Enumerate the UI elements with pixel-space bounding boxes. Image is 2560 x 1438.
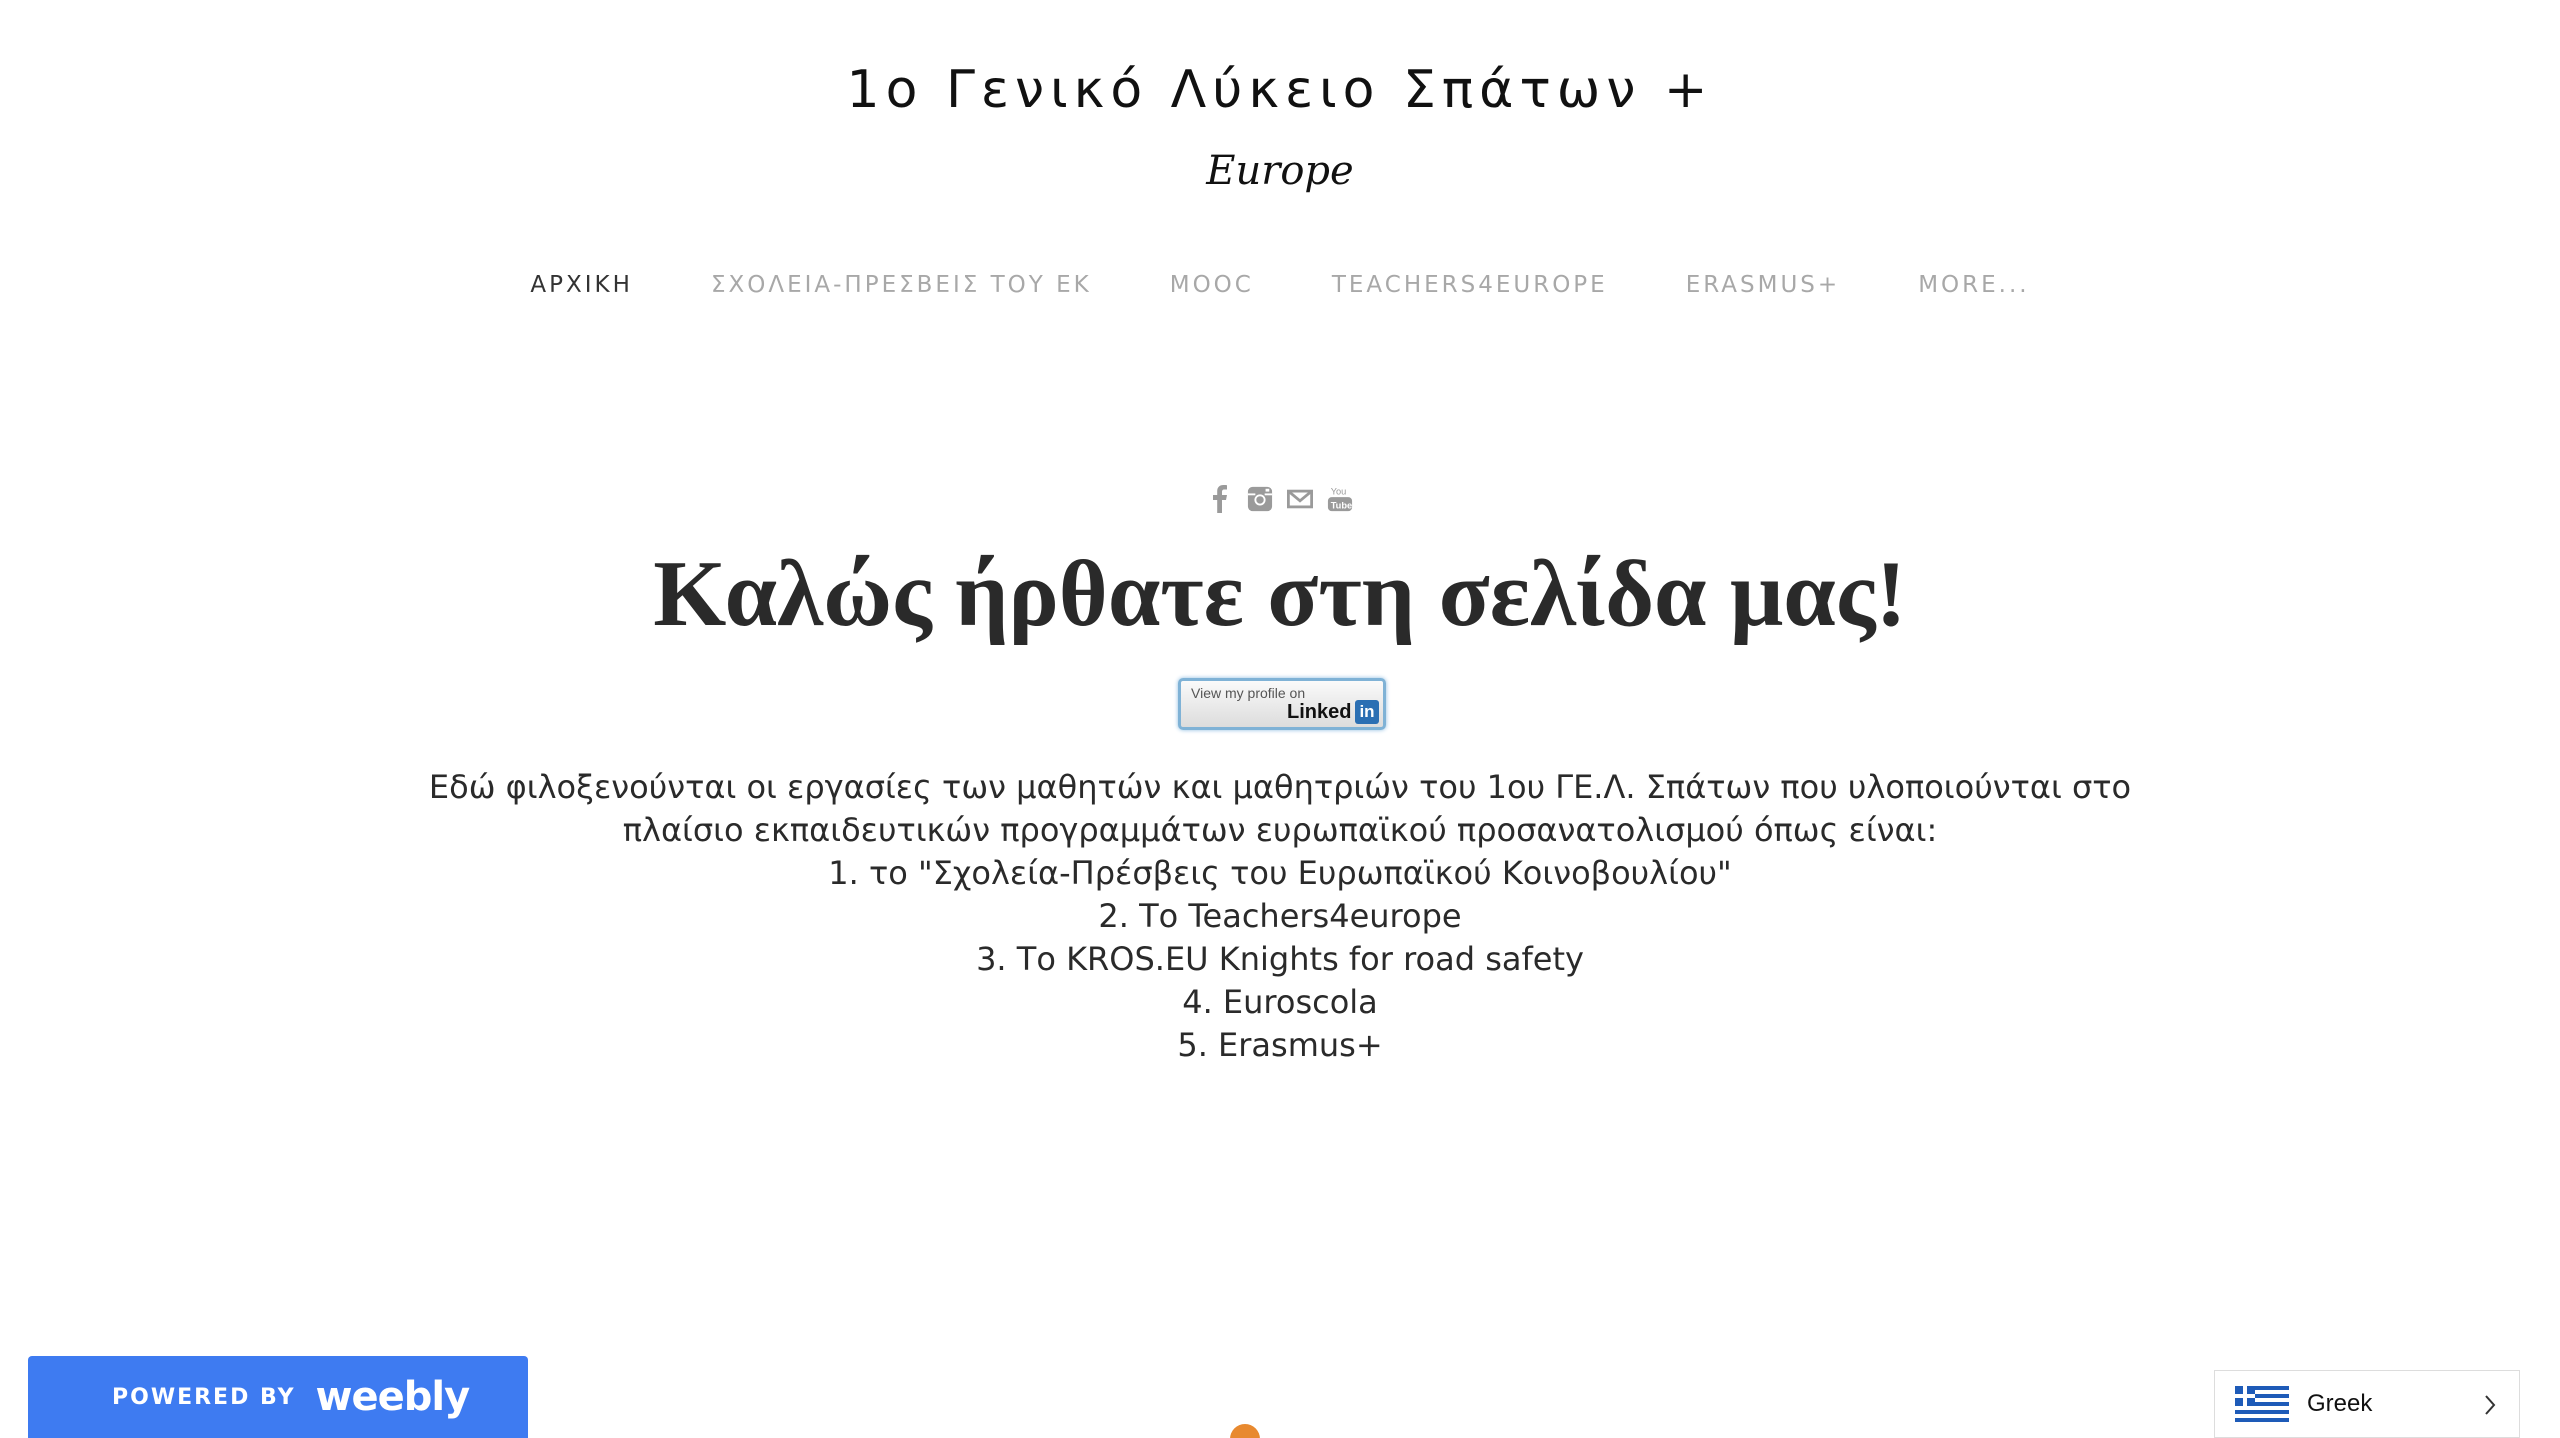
- linkedin-badge-caption: View my profile on: [1191, 685, 1306, 701]
- facebook-icon[interactable]: [1207, 484, 1233, 514]
- greek-flag-icon: [2235, 1386, 2289, 1422]
- list-item: 3. Το KROS.EU Knights for road safety: [976, 940, 1584, 978]
- linkedin-icon: in: [1355, 700, 1379, 724]
- site-subtitle: Europe: [1206, 148, 1354, 194]
- intro-text: Εδώ φιλοξενούνται οι εργασίες των μαθητώ…: [400, 766, 2160, 1067]
- main-nav: ΑΡΧΙΚΗ ΣΧΟΛΕΙΑ-ΠΡΕΣΒΕΙΣ ΤΟΥ ΕΚ MOOC TEAC…: [0, 272, 2560, 298]
- intro-paragraph: Εδώ φιλοξενούνται οι εργασίες των μαθητώ…: [428, 768, 2132, 849]
- linkedin-profile-badge[interactable]: View my profile on Linked in: [1178, 678, 1386, 730]
- instagram-icon[interactable]: [1247, 484, 1273, 514]
- page-headline: Καλώς ήρθατε στη σελίδα μας!: [653, 542, 1907, 646]
- language-selector[interactable]: Greek: [2214, 1370, 2520, 1438]
- list-item: 1. το "Σχολεία-Πρέσβεις του Ευρωπαϊκού Κ…: [828, 854, 1732, 892]
- site-title[interactable]: 1ο Γενικό Λύκειο Σπάτων +: [0, 60, 2560, 120]
- svg-text:You: You: [1331, 486, 1347, 496]
- language-selector-value: Greek: [2307, 1390, 2373, 1417]
- nav-item-ambassador-schools[interactable]: ΣΧΟΛΕΙΑ-ΠΡΕΣΒΕΙΣ ΤΟΥ ΕΚ: [711, 272, 1092, 298]
- list-item: 2. Το Teachers4europe: [1098, 897, 1462, 935]
- svg-text:Tube: Tube: [1331, 500, 1352, 510]
- list-item: 5. Erasmus+: [1177, 1026, 1383, 1064]
- powered-by-label: POWERED BY: [112, 1384, 296, 1410]
- powered-by-weebly-bar[interactable]: POWERED BY weebly: [28, 1356, 528, 1438]
- nav-item-teachers4europe[interactable]: TEACHERS4EUROPE: [1332, 272, 1608, 298]
- youtube-icon[interactable]: You Tube: [1327, 484, 1353, 514]
- weebly-logo: weebly: [315, 1374, 471, 1420]
- list-item: 4. Euroscola: [1182, 983, 1378, 1021]
- page: 1ο Γενικό Λύκειο Σπάτων + Europe ΑΡΧΙΚΗ …: [0, 0, 2560, 1438]
- nav-item-erasmus[interactable]: ERASMUS+: [1686, 272, 1840, 298]
- nav-item-home[interactable]: ΑΡΧΙΚΗ: [530, 272, 633, 298]
- floating-button-edge[interactable]: [1230, 1424, 1260, 1438]
- nav-item-mooc[interactable]: MOOC: [1170, 272, 1254, 298]
- mail-icon[interactable]: [1287, 484, 1313, 514]
- social-icons: You Tube: [0, 484, 2560, 514]
- chevron-right-icon: [2485, 1395, 2496, 1415]
- nav-item-more[interactable]: MORE...: [1918, 272, 2029, 298]
- linkedin-badge-wordmark: Linked: [1287, 701, 1352, 723]
